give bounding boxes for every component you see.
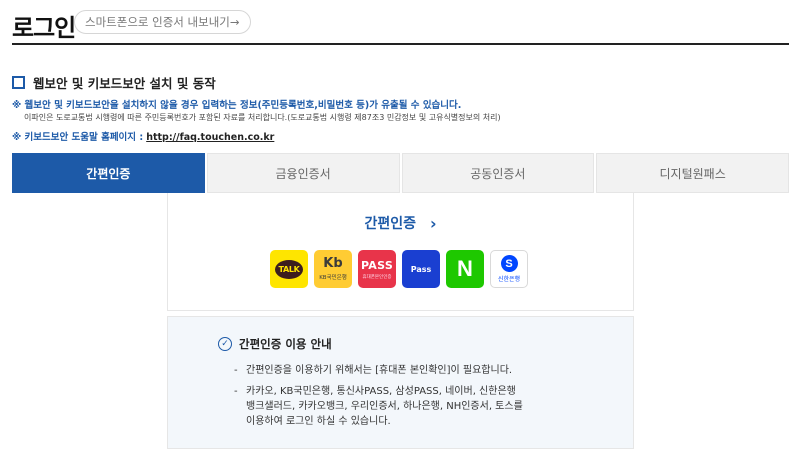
shinhan-icon[interactable]: S 신한은행	[490, 250, 528, 288]
check-circle-icon: ✓	[218, 337, 232, 351]
security-warning: ※ 웹보안 및 키보드보안을 설치하지 않을 경우 입력하는 정보(주민등록번호…	[12, 100, 462, 111]
guide-list: 간편인증을 이용하기 위해서는 [휴대폰 본인확인]이 필요합니다. 카카오, …	[234, 363, 523, 435]
shinhan-sub: 신한은행	[497, 276, 521, 283]
kakao-talk-text: TALK	[275, 259, 303, 279]
simple-auth-link[interactable]: 간편인증 ›	[168, 213, 633, 233]
kb-icon[interactable]: Kb KB국민은행	[314, 250, 352, 288]
shinhan-mark: S	[500, 255, 518, 272]
export-certificate-link[interactable]: 스마트폰으로 인증서 내보내기→	[74, 10, 251, 34]
auth-tabs: 간편인증 금융인증서 공동인증서 디지털원패스	[12, 153, 789, 193]
guide-item-text: 뱅크샐러드, 카카오뱅크, 우리인증서, 하나은행, NH인증서, 토스를	[246, 401, 523, 412]
guide-title: 간편인증 이용 안내	[239, 337, 332, 351]
guide-item-text: 간편인증을 이용하기 위해서는 [휴대폰 본인확인]이 필요합니다.	[246, 365, 513, 376]
list-item: 카카오, KB국민은행, 통신사PASS, 삼성PASS, 네이버, 신한은행 …	[234, 384, 523, 429]
privacy-notice: 이파인은 도로교통법 시행령에 따른 주민등록번호가 포함된 자료를 처리합니다…	[24, 113, 501, 122]
security-option[interactable]: 웹보안 및 키보드보안 설치 및 동작	[12, 73, 216, 92]
guide-header: ✓ 간편인증 이용 안내	[218, 336, 332, 352]
simple-auth-heading: 간편인증	[364, 216, 416, 232]
chevron-right-icon: ›	[429, 213, 437, 233]
simple-auth-panel: 간편인증 › TALK Kb KB국민은행 PASS 휴대폰본인인증 Pass …	[167, 193, 634, 311]
samsung-pass-icon[interactable]: Pass	[402, 250, 440, 288]
list-item: 간편인증을 이용하기 위해서는 [휴대폰 본인확인]이 필요합니다.	[234, 363, 523, 378]
security-checkbox[interactable]	[12, 76, 25, 89]
guide-item-text: 카카오, KB국민은행, 통신사PASS, 삼성PASS, 네이버, 신한은행	[246, 386, 516, 397]
tab-financial-cert[interactable]: 금융인증서	[206, 153, 400, 193]
keyboard-help-link[interactable]: http://faq.touchen.co.kr	[146, 132, 274, 143]
kb-sub: KB국민은행	[319, 275, 347, 281]
guide-panel: ✓ 간편인증 이용 안내 간편인증을 이용하기 위해서는 [휴대폰 본인확인]이…	[167, 316, 634, 449]
samsung-pass-text: Pass	[410, 264, 432, 274]
tab-joint-cert[interactable]: 공동인증서	[401, 153, 595, 193]
keyboard-help-label: ※ 키보드보안 도움말 홈페이지 :	[12, 132, 144, 143]
title-divider	[12, 43, 789, 45]
pass-sub: 휴대폰본인인증	[362, 274, 392, 280]
page-title: 로그인	[12, 14, 76, 42]
keyboard-help: ※ 키보드보안 도움말 홈페이지 : http://faq.touchen.co…	[12, 129, 274, 143]
tab-simple-auth[interactable]: 간편인증	[12, 153, 205, 193]
pass-icon[interactable]: PASS 휴대폰본인인증	[358, 250, 396, 288]
kakao-icon[interactable]: TALK	[270, 250, 308, 288]
provider-list: TALK Kb KB국민은행 PASS 휴대폰본인인증 Pass N S 신한은…	[270, 250, 528, 288]
pass-text: PASS	[360, 258, 394, 272]
security-checkbox-label: 웹보안 및 키보드보안 설치 및 동작	[33, 76, 216, 91]
kb-mark: Kb	[323, 256, 343, 271]
naver-text: N	[457, 256, 473, 281]
naver-icon[interactable]: N	[446, 250, 484, 288]
tab-digital-onepass[interactable]: 디지털원패스	[596, 153, 789, 193]
guide-item-text: 이용하여 로그인 하실 수 있습니다.	[246, 416, 391, 427]
